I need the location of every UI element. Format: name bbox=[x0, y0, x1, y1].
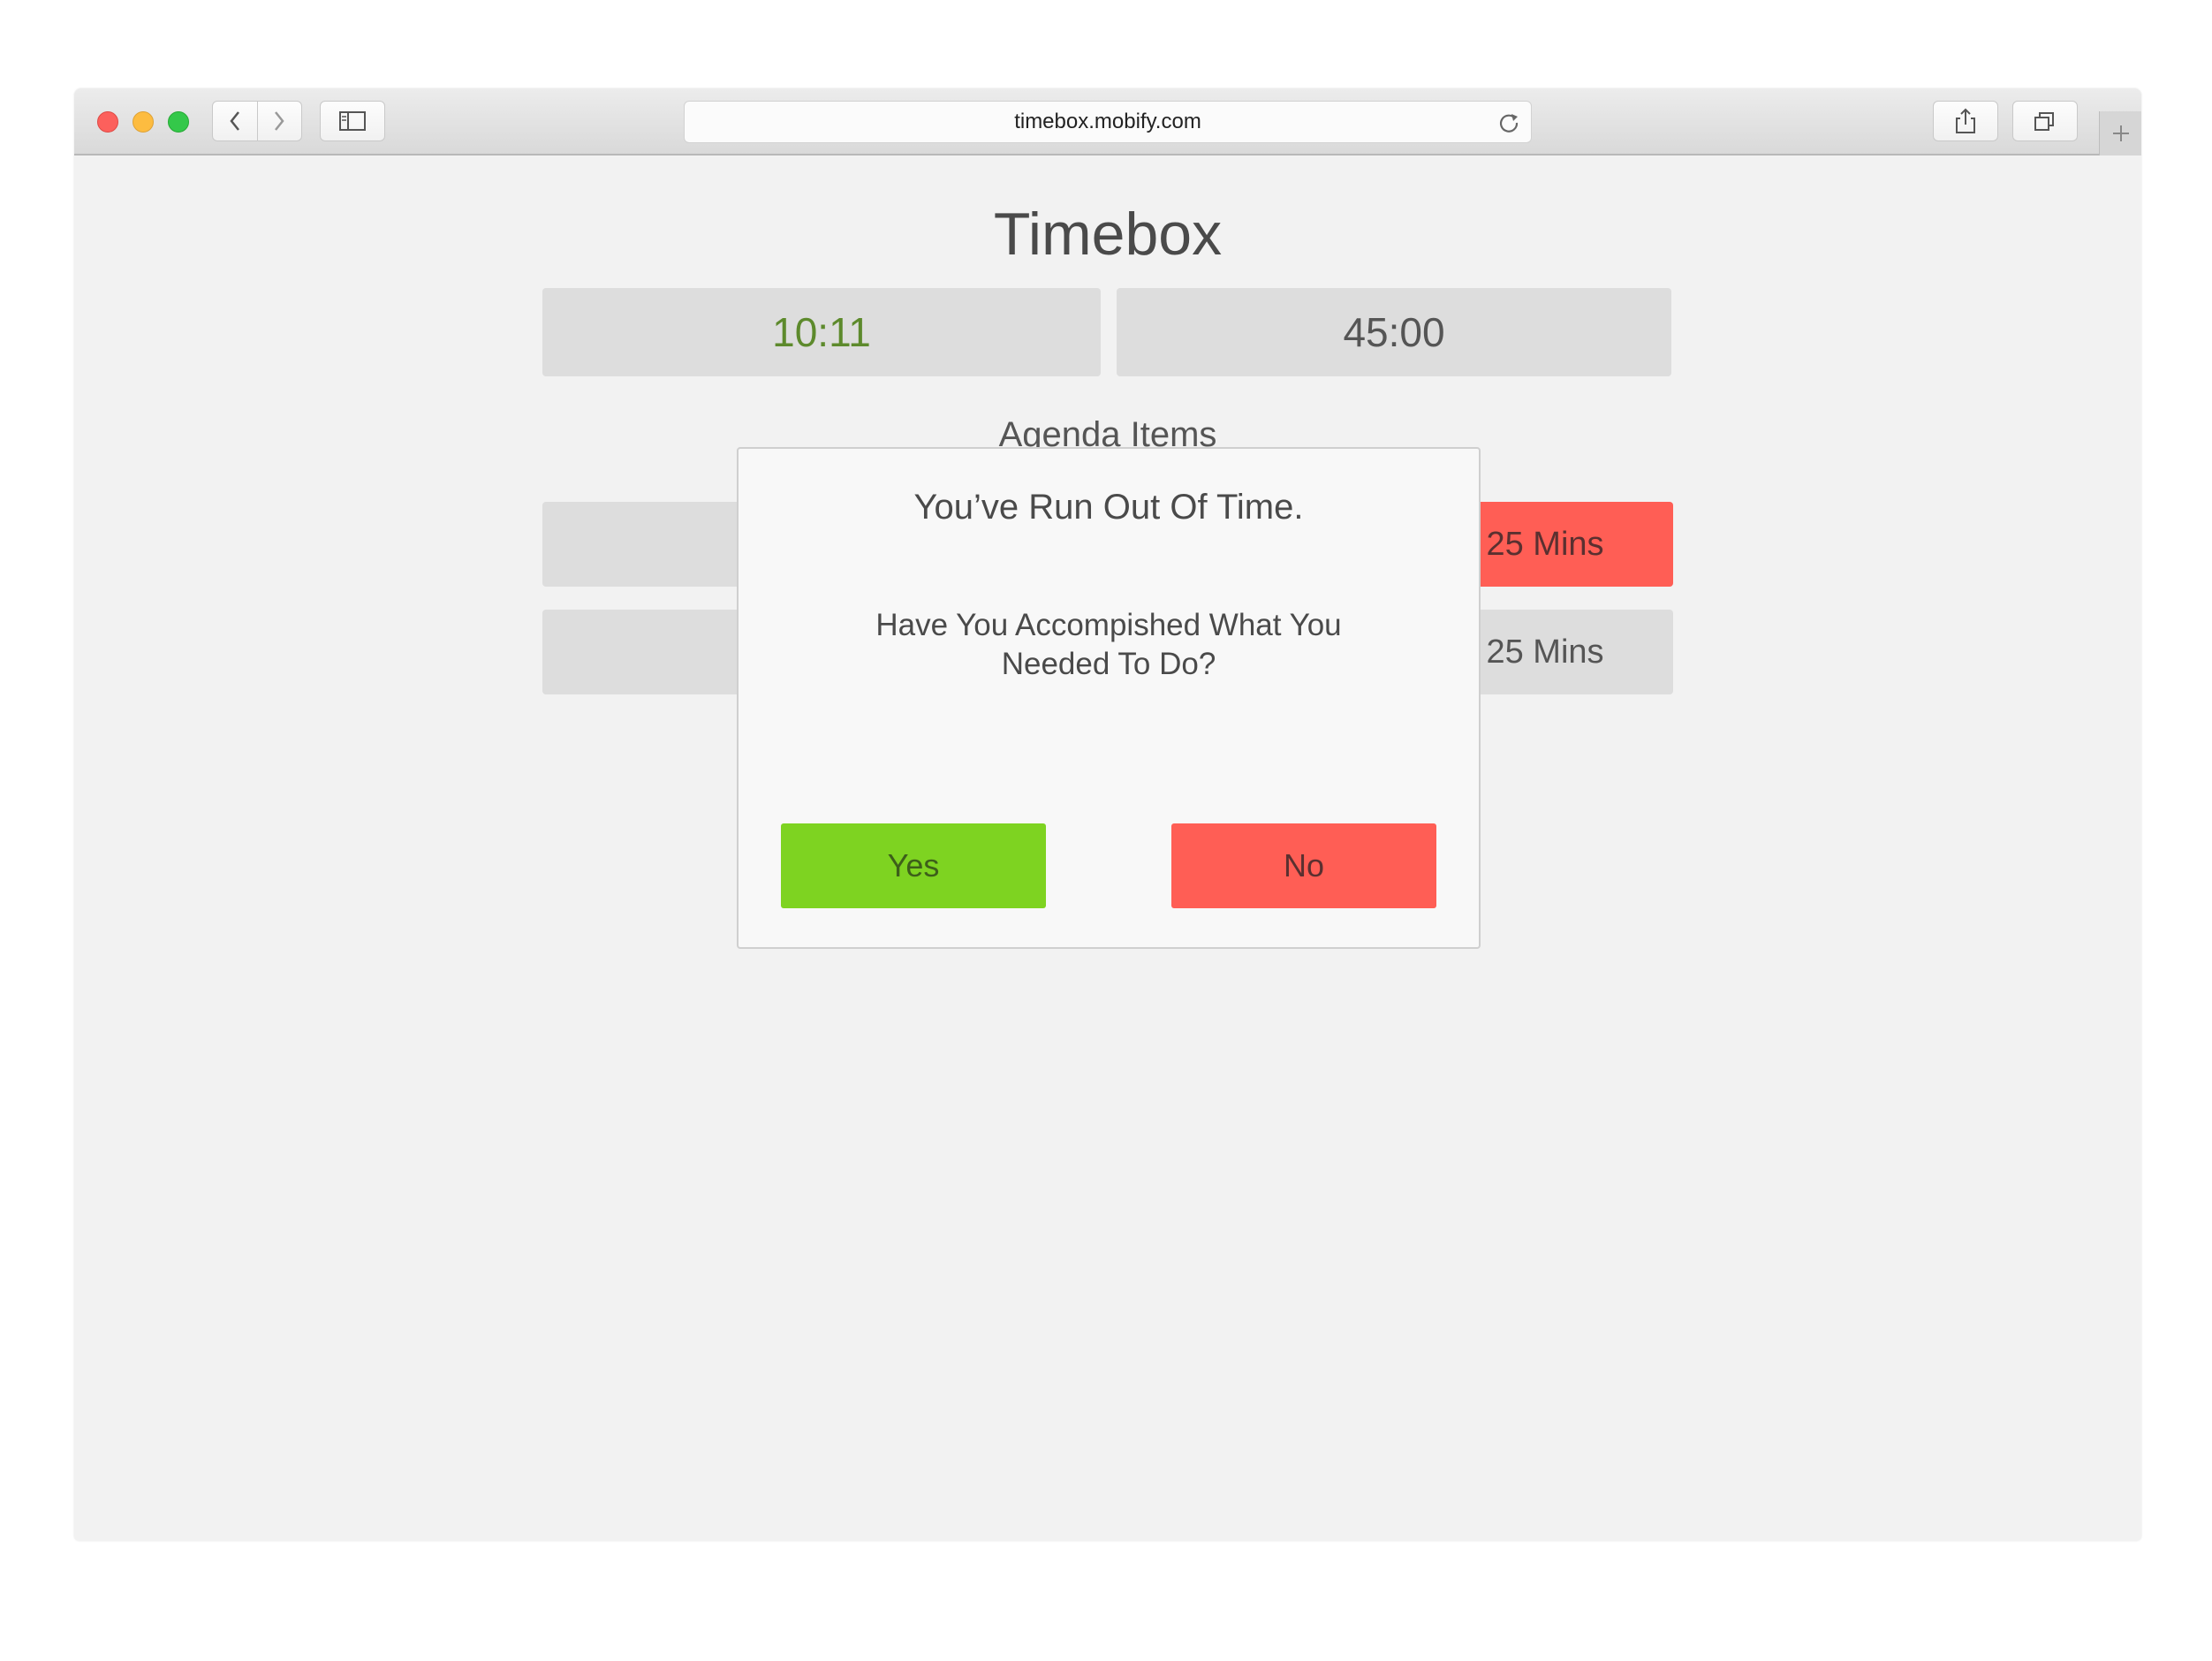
back-button[interactable] bbox=[213, 102, 257, 140]
dialog-title: You’ve Run Out Of Time. bbox=[913, 488, 1304, 527]
close-window-button[interactable] bbox=[97, 111, 118, 133]
new-tab-button[interactable] bbox=[2099, 111, 2141, 155]
yes-button[interactable]: Yes bbox=[781, 823, 1046, 908]
forward-button[interactable] bbox=[256, 102, 302, 140]
no-button[interactable]: No bbox=[1171, 823, 1436, 908]
tabs-overview-button[interactable] bbox=[2012, 101, 2078, 141]
share-icon bbox=[1956, 108, 1975, 133]
reload-icon bbox=[1499, 114, 1519, 133]
share-button[interactable] bbox=[1933, 101, 1998, 141]
sidebar-icon bbox=[339, 111, 366, 131]
navigation-buttons bbox=[212, 101, 302, 141]
maximize-window-button[interactable] bbox=[168, 111, 189, 133]
current-item-timer: 10:11 bbox=[542, 288, 1101, 376]
dialog-message: Have You Accompished What You Needed To … bbox=[875, 608, 1342, 681]
chevron-right-icon bbox=[275, 111, 284, 131]
chevron-left-icon bbox=[230, 111, 239, 131]
reload-button[interactable] bbox=[1496, 110, 1522, 136]
page-title: Timebox bbox=[993, 201, 1223, 268]
plus-icon bbox=[2112, 125, 2129, 141]
sidebar-button[interactable] bbox=[320, 101, 385, 141]
browser-window: timebox.mobify.com Timebox 10:11 45:00 A… bbox=[74, 88, 2141, 1541]
address-bar[interactable]: timebox.mobify.com bbox=[684, 101, 1532, 143]
browser-toolbar: timebox.mobify.com bbox=[74, 88, 2141, 155]
page-content: Timebox 10:11 45:00 Agenda Items 25 Mins… bbox=[74, 155, 2141, 1541]
total-timer: 45:00 bbox=[1117, 288, 1671, 376]
tabs-overview-icon bbox=[2034, 112, 2054, 131]
out-of-time-dialog: You’ve Run Out Of Time. Have You Accompi… bbox=[737, 447, 1481, 949]
minimize-window-button[interactable] bbox=[133, 111, 154, 133]
address-url: timebox.mobify.com bbox=[1014, 110, 1201, 133]
